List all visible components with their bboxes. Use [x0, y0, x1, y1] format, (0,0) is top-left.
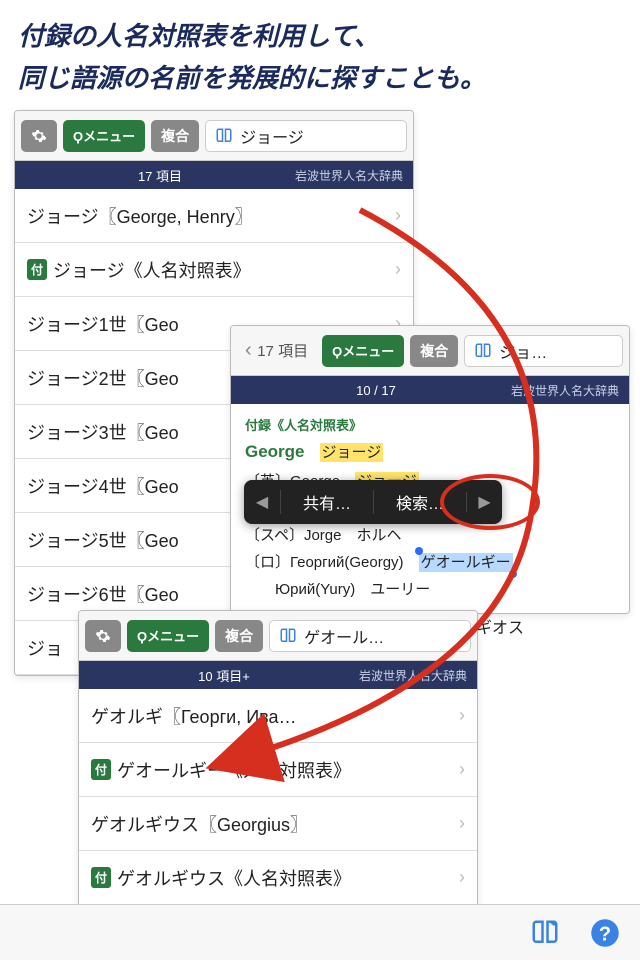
list-item[interactable]: 付ゲオルギウス《人名対照表》› [79, 851, 477, 905]
search-input[interactable]: ジョ… [464, 335, 623, 367]
help-icon[interactable]: ? [590, 918, 620, 948]
search-text: ジョ… [499, 339, 547, 363]
prev-arrow[interactable]: ◀ [244, 492, 280, 512]
name-variant-line: 〔ロ〕Георгий(Georgy) ゲオールギー [245, 549, 615, 576]
row-text: ジョージ《人名対照表》 [53, 257, 395, 283]
name-variant-line: 〔スペ〕Jorge ホルヘ [245, 522, 615, 549]
menu-button[interactable]: Ϙメニュー [63, 120, 145, 152]
search-text: ジョージ [240, 124, 304, 148]
search-input[interactable]: ゲオール… [269, 620, 471, 652]
caption-line1: 付録の人名対照表を利用して、 [18, 16, 622, 58]
toolbar: ‹ 17 項目 Ϙメニュー 複合 ジョ… [231, 326, 629, 376]
svg-text:?: ? [599, 923, 611, 945]
appendix-badge: 付 [27, 259, 47, 280]
entry-name-en: George [245, 442, 305, 461]
list-item[interactable]: ゲオルギ〖Георги, Ива…› [79, 689, 477, 743]
row-text: ゲオールギー《人名対照表》 [117, 757, 459, 783]
search-input[interactable]: ジョージ [205, 120, 407, 152]
share-option[interactable]: 共有… [280, 490, 373, 514]
entry-name-jp: ジョージ [320, 443, 384, 462]
book-icon [214, 127, 234, 145]
source-label: 岩波世界人名大辞典 [295, 167, 403, 184]
chevron-right-icon: › [459, 813, 465, 834]
count-bar: 10 / 17 岩波世界人名大辞典 [231, 376, 629, 404]
menu-button[interactable]: Ϙメニュー [322, 335, 404, 367]
book-icon [473, 342, 493, 360]
menu-button[interactable]: Ϙメニュー [127, 620, 209, 652]
appendix-badge: 付 [91, 759, 111, 780]
settings-button[interactable] [21, 120, 57, 152]
list-item[interactable]: 付ゲオールギー《人名対照表》› [79, 743, 477, 797]
bottom-bar: ? [0, 904, 640, 960]
count-bar: 10 項目+ 岩波世界人名大辞典 [79, 661, 477, 689]
list-item[interactable]: ゲオルギウス〖Georgius〗› [79, 797, 477, 851]
search-text: ゲオール… [304, 624, 384, 648]
source-label: 岩波世界人名大辞典 [511, 382, 619, 399]
annotation-circle [440, 474, 540, 530]
toolbar: Ϙメニュー 複合 ゲオール… [79, 611, 477, 661]
compound-button[interactable]: 複合 [410, 335, 458, 367]
appendix-header: 付録《人名対照表》 [245, 414, 615, 437]
count-text: 17 項目 [25, 166, 295, 185]
count-bar: 17 項目 岩波世界人名大辞典 [15, 161, 413, 189]
list-item[interactable]: 付ジョージ《人名対照表》› [15, 243, 413, 297]
overflow-text: ギオス [476, 614, 524, 638]
chevron-right-icon: › [395, 205, 401, 226]
book-icon [278, 627, 298, 645]
chevron-right-icon: › [459, 759, 465, 780]
position-text: 10 / 17 [241, 383, 511, 398]
caption-line2: 同じ語源の名前を発展的に探すことも。 [18, 58, 622, 100]
list-item[interactable]: ジョージ〖George, Henry〗› [15, 189, 413, 243]
source-label: 岩波世界人名大辞典 [359, 667, 467, 684]
panel-detail: ‹ 17 項目 Ϙメニュー 複合 ジョ… 10 / 17 岩波世界人名大辞典 付… [230, 325, 630, 614]
compound-button[interactable]: 複合 [215, 620, 263, 652]
appendix-badge: 付 [91, 867, 111, 888]
toolbar: Ϙメニュー 複合 ジョージ [15, 111, 413, 161]
row-text: ゲオルギウス《人名対照表》 [117, 865, 459, 891]
chevron-right-icon: › [459, 867, 465, 888]
bookmark-add-icon[interactable] [530, 918, 560, 948]
compound-button[interactable]: 複合 [151, 120, 199, 152]
name-variant-line: Юрий(Yury) ユーリー [245, 576, 615, 603]
row-text: ゲオルギウス〖Georgius〗 [91, 811, 459, 837]
chevron-right-icon: › [459, 705, 465, 726]
row-text: ジョージ〖George, Henry〗 [27, 203, 395, 229]
row-text: ゲオルギ〖Георги, Ива… [91, 703, 459, 729]
count-text: 10 項目+ [89, 666, 359, 685]
settings-button[interactable] [85, 620, 121, 652]
chevron-right-icon: › [395, 259, 401, 280]
back-button[interactable]: ‹ 17 項目 [237, 339, 316, 362]
